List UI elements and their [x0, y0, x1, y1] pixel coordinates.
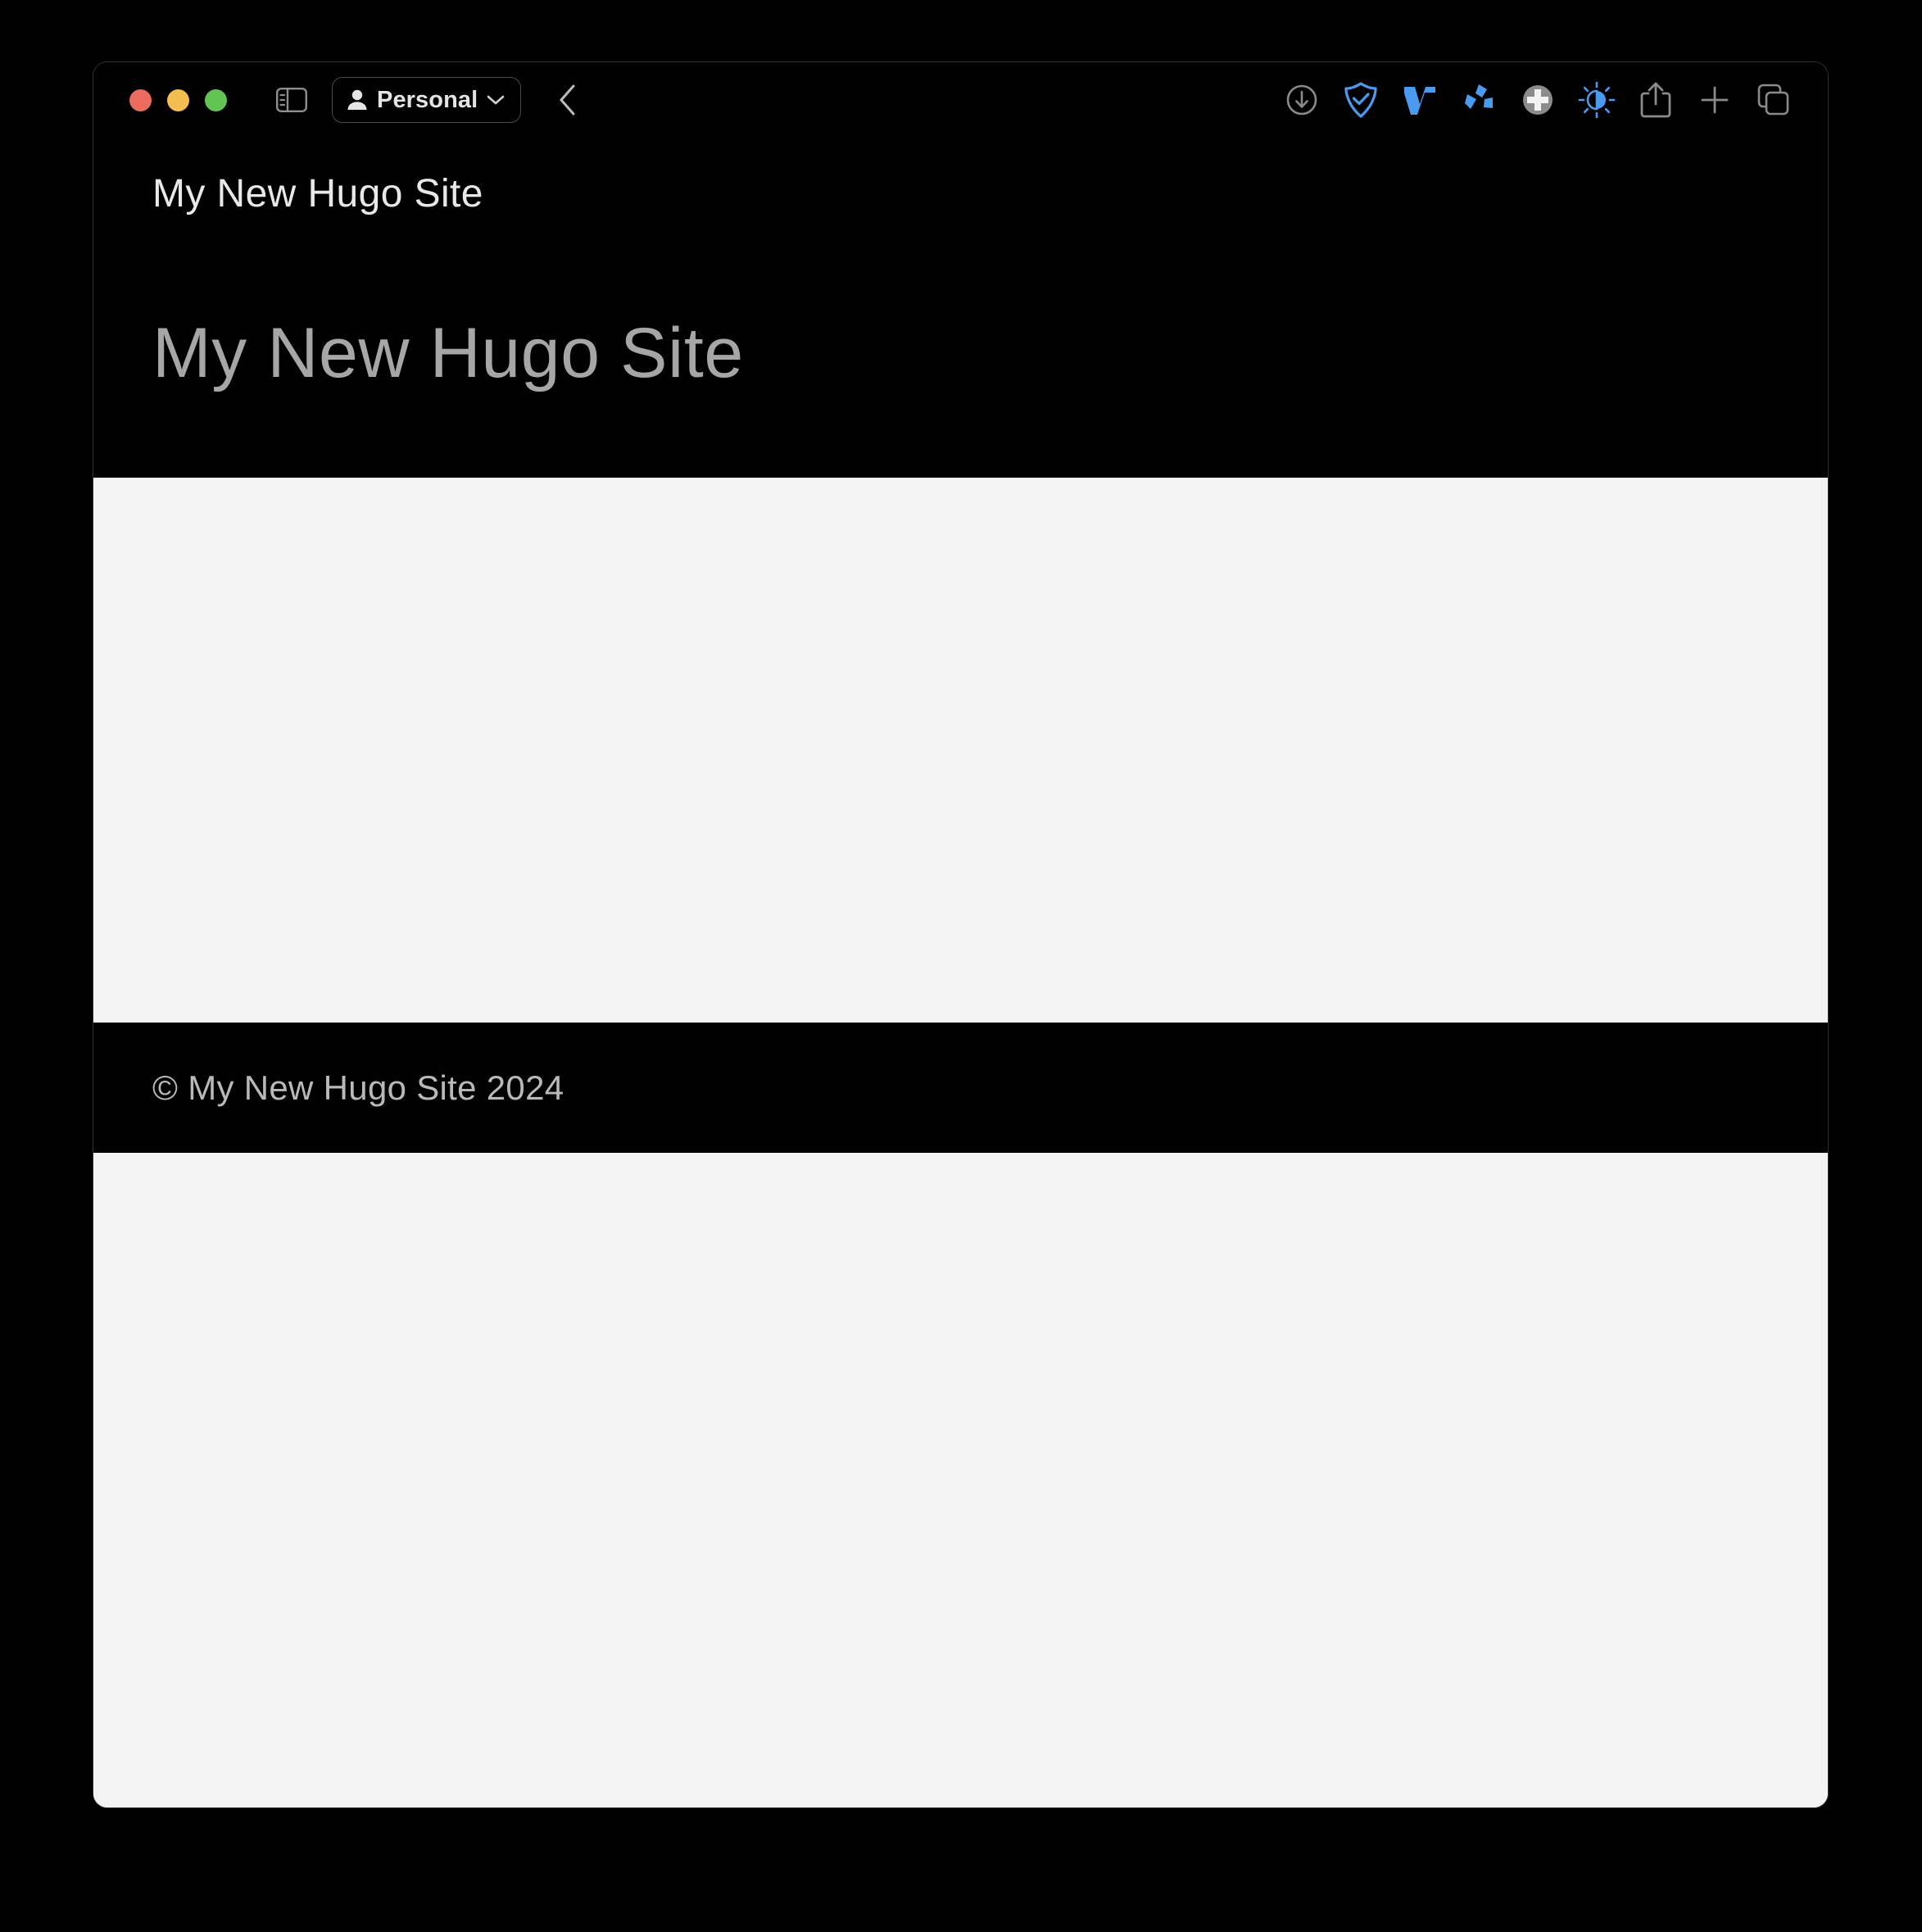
recycle-extension-button[interactable]: [1449, 70, 1508, 129]
vimium-extension-button[interactable]: [1390, 70, 1449, 129]
back-button[interactable]: [549, 81, 587, 119]
main-content: [93, 478, 1828, 1023]
window-controls: [129, 88, 227, 111]
adguard-shield-icon: [1344, 82, 1377, 118]
profile-label: Personal: [377, 86, 478, 113]
toolbar-icon-group: [1272, 62, 1803, 138]
site-title[interactable]: My New Hugo Site: [152, 170, 1828, 218]
downloads-button[interactable]: [1272, 70, 1331, 129]
downloads-icon: [1286, 84, 1317, 116]
footer-copyright: © My New Hugo Site 2024: [152, 1068, 564, 1107]
chevron-left-icon: [560, 84, 575, 116]
share-icon: [1640, 82, 1671, 118]
share-button[interactable]: [1626, 70, 1685, 129]
chevron-down-icon: [487, 95, 505, 105]
site-header: My New Hugo Site My New Hugo Site: [93, 138, 1828, 478]
vimium-v-icon: [1404, 87, 1435, 115]
profile-switcher-button[interactable]: Personal: [332, 77, 522, 123]
adguard-extension-button[interactable]: [1331, 70, 1390, 129]
dark-reader-button[interactable]: [1567, 70, 1626, 129]
brightness-sun-icon: [1578, 81, 1616, 119]
person-icon: [347, 89, 367, 110]
browser-window: Personal My New Hugo Site My New Hugo Si…: [93, 61, 1829, 1808]
new-tab-button[interactable]: [1685, 70, 1744, 129]
page-background-tail: [93, 1153, 1828, 1807]
browser-toolbar: Personal: [93, 62, 1828, 202]
tab-overview-button[interactable]: [1744, 70, 1803, 129]
tab-overview-icon: [1757, 84, 1789, 116]
web-page-viewport: My New Hugo Site My New Hugo Site © My N…: [93, 138, 1828, 1807]
site-footer: © My New Hugo Site 2024: [93, 1023, 1828, 1153]
add-extension-button[interactable]: [1508, 70, 1567, 129]
maximize-window-button[interactable]: [205, 88, 227, 111]
plus-circle-icon: [1523, 85, 1553, 115]
sidebar-icon: [276, 88, 307, 112]
close-window-button[interactable]: [129, 88, 152, 111]
page-title: My New Hugo Site: [152, 313, 744, 392]
sidebar-toggle-button[interactable]: [274, 83, 309, 117]
recycle-arrows-icon: [1465, 84, 1493, 109]
minimize-window-button[interactable]: [167, 88, 189, 111]
new-tab-plus-icon: [1701, 86, 1729, 114]
